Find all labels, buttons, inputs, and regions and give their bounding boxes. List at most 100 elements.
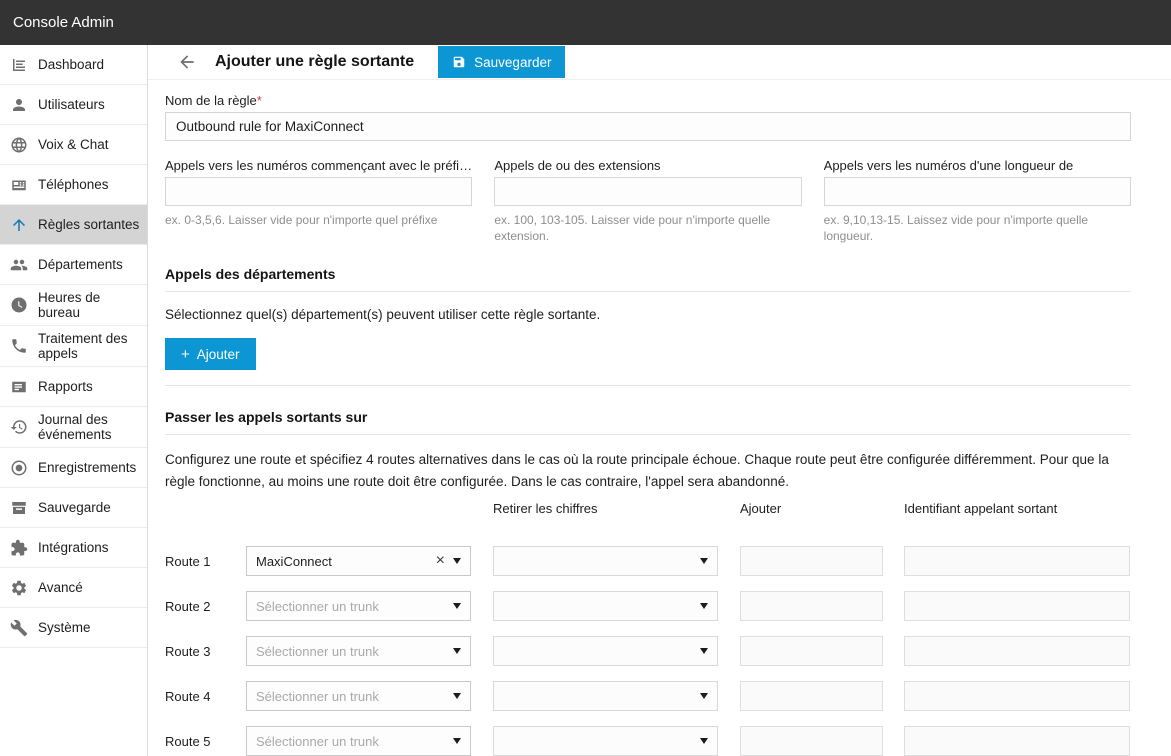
gear-icon xyxy=(10,579,28,597)
sidebar-item-label: Dashboard xyxy=(38,57,104,72)
route-3-caller-id-input[interactable] xyxy=(904,636,1130,666)
back-button[interactable] xyxy=(176,51,198,73)
clear-icon[interactable]: × xyxy=(434,553,453,569)
sidebar-item-label: Départements xyxy=(38,257,123,272)
user-icon xyxy=(10,96,28,114)
route-2-strip-digits-select[interactable] xyxy=(493,591,718,621)
prefix-input[interactable] xyxy=(165,177,472,206)
sidebar: Dashboard Utilisateurs Voix & Chat Télép… xyxy=(0,45,148,756)
route-1-strip-digits-select[interactable] xyxy=(493,546,718,576)
chevron-down-icon xyxy=(700,738,708,744)
route-1-caller-id-input[interactable] xyxy=(904,546,1130,576)
sidebar-item-label: Système xyxy=(38,620,91,635)
sidebar-item-telephones[interactable]: Téléphones xyxy=(0,165,147,205)
route-2-label: Route 2 xyxy=(165,591,246,621)
sidebar-item-label: Utilisateurs xyxy=(38,97,105,112)
main-panel: Ajouter une règle sortante Sauvegarder N… xyxy=(148,45,1171,756)
history-icon xyxy=(10,418,28,436)
route-2-prepend-input[interactable] xyxy=(740,591,883,621)
add-department-label: Ajouter xyxy=(197,347,240,362)
clock-icon xyxy=(10,296,28,314)
route-5-label: Route 5 xyxy=(165,726,246,756)
route-3-prepend-input[interactable] xyxy=(740,636,883,666)
top-bar: Console Admin xyxy=(0,0,1171,45)
routes-table: Retirer les chiffres Ajouter Identifiant… xyxy=(165,501,1131,756)
page-header: Ajouter une règle sortante Sauvegarder xyxy=(148,45,1171,80)
route-5-prepend-input[interactable] xyxy=(740,726,883,756)
route-3-trunk-placeholder: Sélectionner un trunk xyxy=(256,644,453,659)
prefix-help: ex. 0-3,5,6. Laisser vide pour n'importe… xyxy=(165,212,472,228)
deskphone-icon xyxy=(10,176,28,194)
chevron-down-icon xyxy=(700,693,708,699)
sidebar-item-voix-chat[interactable]: Voix & Chat xyxy=(0,125,147,165)
chevron-down-icon xyxy=(453,603,461,609)
column-header-strip-digits: Retirer les chiffres xyxy=(493,501,718,531)
rule-name-input[interactable] xyxy=(165,112,1131,141)
route-4-strip-digits-select[interactable] xyxy=(493,681,718,711)
sidebar-item-systeme[interactable]: Système xyxy=(0,608,147,648)
route-4-prepend-input[interactable] xyxy=(740,681,883,711)
sidebar-item-label: Heures de bureau xyxy=(38,290,141,320)
route-3-strip-digits-select[interactable] xyxy=(493,636,718,666)
chevron-down-icon xyxy=(453,558,461,564)
form-content: Nom de la règle* Appels vers les numéros… xyxy=(148,80,1171,756)
sidebar-item-rapports[interactable]: Rapports xyxy=(0,367,147,407)
sidebar-item-heures-de-bureau[interactable]: Heures de bureau xyxy=(0,285,147,326)
route-5-strip-digits-select[interactable] xyxy=(493,726,718,756)
extensions-input[interactable] xyxy=(494,177,801,206)
route-5-trunk-select[interactable]: Sélectionner un trunk xyxy=(246,726,471,756)
length-help: ex. 9,10,13-15. Laissez vide pour n'impo… xyxy=(824,212,1131,244)
route-4-caller-id-input[interactable] xyxy=(904,681,1130,711)
archive-icon xyxy=(10,499,28,517)
column-header-prepend: Ajouter xyxy=(740,501,883,531)
length-input[interactable] xyxy=(824,177,1131,206)
route-2-caller-id-input[interactable] xyxy=(904,591,1130,621)
route-1-prepend-input[interactable] xyxy=(740,546,883,576)
route-1-trunk-select[interactable]: MaxiConnect × xyxy=(246,546,471,576)
length-label: Appels vers les numéros d'une longueur d… xyxy=(824,158,1131,173)
globe-icon xyxy=(10,136,28,154)
route-3-label: Route 3 xyxy=(165,636,246,666)
route-2-trunk-select[interactable]: Sélectionner un trunk xyxy=(246,591,471,621)
arrow-left-icon xyxy=(177,52,197,72)
extensions-help: ex. 100, 103-105. Laisser vide pour n'im… xyxy=(494,212,801,244)
route-4-trunk-select[interactable]: Sélectionner un trunk xyxy=(246,681,471,711)
sidebar-item-label: Téléphones xyxy=(38,177,109,192)
route-2-trunk-placeholder: Sélectionner un trunk xyxy=(256,599,453,614)
sidebar-item-journal-des-evenements[interactable]: Journal des événements xyxy=(0,407,147,448)
sidebar-item-label: Journal des événements xyxy=(38,412,141,442)
sidebar-item-avance[interactable]: Avancé xyxy=(0,568,147,608)
route-3-trunk-select[interactable]: Sélectionner un trunk xyxy=(246,636,471,666)
sidebar-item-departements[interactable]: Départements xyxy=(0,245,147,285)
report-list-icon xyxy=(10,378,28,396)
route-5-caller-id-input[interactable] xyxy=(904,726,1130,756)
sidebar-item-enregistrements[interactable]: Enregistrements xyxy=(0,448,147,488)
sidebar-item-sauvegarde[interactable]: Sauvegarde xyxy=(0,488,147,528)
sidebar-item-integrations[interactable]: Intégrations xyxy=(0,528,147,568)
sidebar-item-label: Enregistrements xyxy=(38,460,136,475)
sidebar-item-label: Voix & Chat xyxy=(38,137,109,152)
required-asterisk: * xyxy=(257,93,262,108)
criteria-length: Appels vers les numéros d'une longueur d… xyxy=(824,158,1131,244)
sidebar-item-utilisateurs[interactable]: Utilisateurs xyxy=(0,85,147,125)
route-4-trunk-placeholder: Sélectionner un trunk xyxy=(256,689,453,704)
plus-icon: + xyxy=(181,346,190,363)
sidebar-item-label: Règles sortantes xyxy=(38,217,139,232)
arrow-up-icon xyxy=(10,216,28,234)
chevron-down-icon xyxy=(700,558,708,564)
route-1-label: Route 1 xyxy=(165,546,246,576)
rule-name-label: Nom de la règle* xyxy=(165,93,1131,108)
sidebar-item-traitement-des-appels[interactable]: Traitement des appels xyxy=(0,326,147,367)
save-icon xyxy=(452,55,466,69)
prefix-label: Appels vers les numéros commençant avec … xyxy=(165,158,472,173)
criteria-row: Appels vers les numéros commençant avec … xyxy=(165,158,1131,244)
chevron-down-icon xyxy=(700,648,708,654)
save-button[interactable]: Sauvegarder xyxy=(438,46,565,78)
sidebar-item-label: Intégrations xyxy=(38,540,109,555)
sidebar-item-dashboard[interactable]: Dashboard xyxy=(0,45,147,85)
add-department-button[interactable]: + Ajouter xyxy=(165,338,256,370)
sidebar-item-regles-sortantes[interactable]: Règles sortantes xyxy=(0,205,147,245)
app-title: Console Admin xyxy=(13,14,114,31)
record-icon xyxy=(10,459,28,477)
section-divider xyxy=(165,385,1131,386)
